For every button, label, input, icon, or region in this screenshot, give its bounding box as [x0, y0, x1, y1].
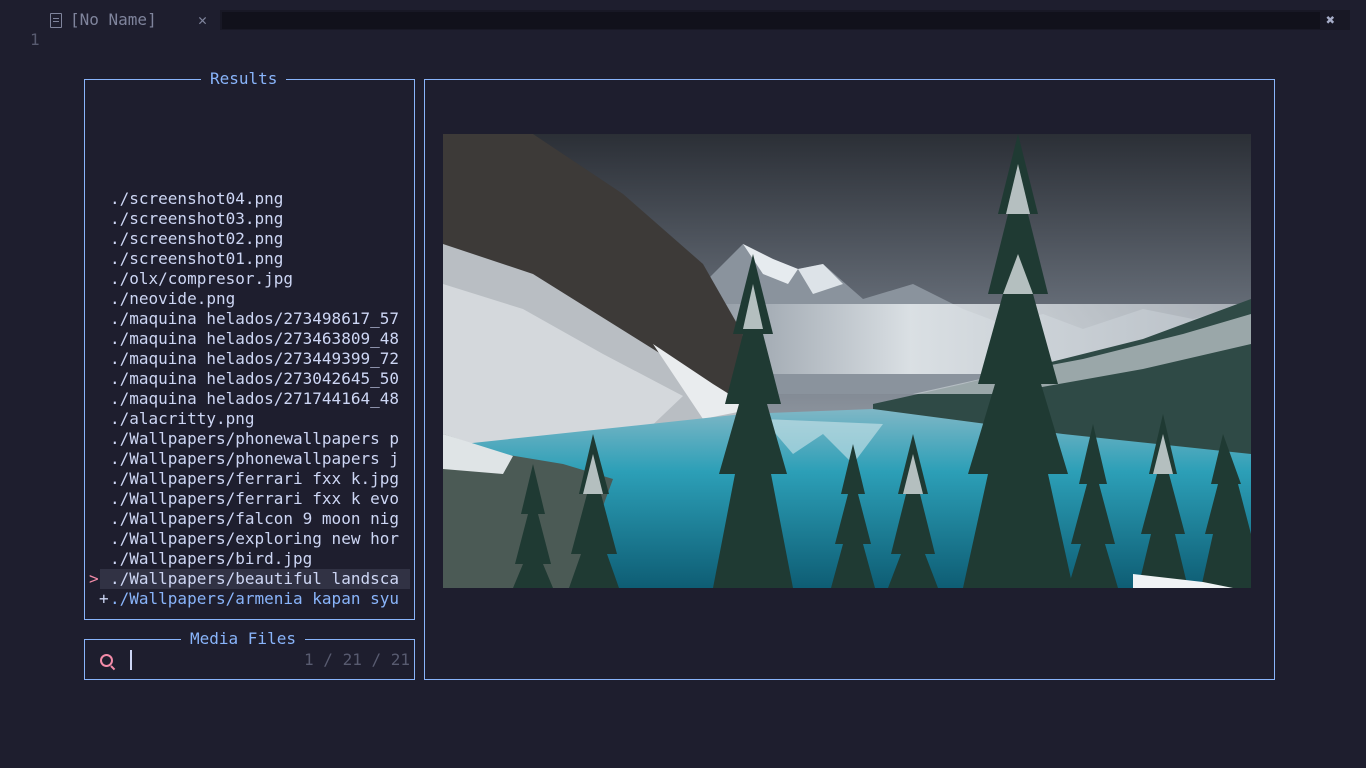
result-path: ./screenshot01.png [110, 249, 284, 268]
result-path: ./maquina helados/273449399_72 [110, 349, 399, 368]
search-icon [100, 654, 113, 667]
result-path: ./Wallpapers/phonewallpapers j [110, 449, 399, 468]
result-path: ./Wallpapers/ferrari fxx k.jpg [110, 469, 399, 488]
result-row[interactable]: ./maquina helados/273498617_57 [85, 309, 414, 329]
landscape-image [443, 134, 1251, 588]
close-all-icon[interactable]: ✖ [1326, 10, 1335, 30]
buffer-tab[interactable]: [No Name] ✕ [10, 10, 220, 30]
result-path: ./Wallpapers/ferrari fxx k evo [110, 489, 399, 508]
results-list: ./screenshot04.png ./screenshot03.png ./sc… [85, 189, 414, 609]
results-panel: Results ./screenshot04.png ./screenshot03… [84, 69, 415, 620]
selected-result-row[interactable]: > ./Wallpapers/beautiful landsca [85, 569, 414, 589]
result-row[interactable]: ./maquina helados/273463809_48 [85, 329, 414, 349]
result-row[interactable]: ./Wallpapers/exploring new hor [85, 529, 414, 549]
result-row[interactable]: + ./Wallpapers/armenia kapan syu [85, 589, 414, 609]
result-row[interactable]: ./screenshot02.png [85, 229, 414, 249]
result-path: ./Wallpapers/falcon 9 moon nig [110, 509, 399, 528]
result-row[interactable]: ./neovide.png [85, 289, 414, 309]
result-path: ./neovide.png [110, 289, 236, 308]
line-number: 1 [30, 30, 40, 49]
result-path: ./maquina helados/271744164_48 [110, 389, 399, 408]
result-row[interactable]: ./screenshot04.png [85, 189, 414, 209]
result-path: ./Wallpapers/beautiful landsca [110, 569, 399, 588]
file-icon [50, 13, 62, 28]
result-path: ./screenshot04.png [110, 189, 284, 208]
result-row[interactable]: ./Wallpapers/ferrari fxx k evo [85, 489, 414, 509]
result-row[interactable]: ./maquina helados/273449399_72 [85, 349, 414, 369]
result-row[interactable]: ./Wallpapers/ferrari fxx k.jpg [85, 469, 414, 489]
result-path: ./Wallpapers/bird.jpg [110, 549, 313, 568]
result-row[interactable]: ./Wallpapers/phonewallpapers p [85, 429, 414, 449]
selection-caret: > [89, 569, 99, 588]
multi-select-mark: + [99, 589, 109, 608]
results-title: Results [201, 69, 287, 89]
result-row[interactable]: ./maquina helados/273042645_50 [85, 369, 414, 389]
search-input[interactable] [130, 650, 132, 670]
prompt-panel: Media Files 1 / 21 / 21 [84, 629, 415, 680]
result-path: ./Wallpapers/armenia kapan syu [110, 589, 399, 608]
result-row[interactable]: ./Wallpapers/falcon 9 moon nig [85, 509, 414, 529]
prompt-title: Media Files [181, 629, 305, 649]
result-row[interactable]: ./olx/compresor.jpg [85, 269, 414, 289]
result-row[interactable]: ./screenshot01.png [85, 249, 414, 269]
result-row[interactable]: ./alacritty.png [85, 409, 414, 429]
result-row[interactable]: ./maquina helados/271744164_48 [85, 389, 414, 409]
result-row[interactable]: ./screenshot03.png [85, 209, 414, 229]
result-row[interactable]: ./Wallpapers/phonewallpapers j [85, 449, 414, 469]
result-path: ./maquina helados/273042645_50 [110, 369, 399, 388]
preview-panel [424, 79, 1275, 680]
result-path: ./Wallpapers/phonewallpapers p [110, 429, 399, 448]
tabline-fill [222, 12, 1320, 29]
result-path: ./alacritty.png [110, 409, 255, 428]
result-path: ./maquina helados/273498617_57 [110, 309, 399, 328]
result-path: ./maquina helados/273463809_48 [110, 329, 399, 348]
buffer-tab-name: [No Name] [70, 10, 157, 29]
result-row[interactable]: ./Wallpapers/bird.jpg [85, 549, 414, 569]
close-tab-icon[interactable]: ✕ [198, 10, 207, 30]
result-path: ./screenshot02.png [110, 229, 284, 248]
preview-image [443, 134, 1251, 588]
result-path: ./Wallpapers/exploring new hor [110, 529, 399, 548]
result-path: ./screenshot03.png [110, 209, 284, 228]
result-path: ./olx/compresor.jpg [110, 269, 294, 288]
result-counter: 1 / 21 / 21 [304, 650, 410, 669]
